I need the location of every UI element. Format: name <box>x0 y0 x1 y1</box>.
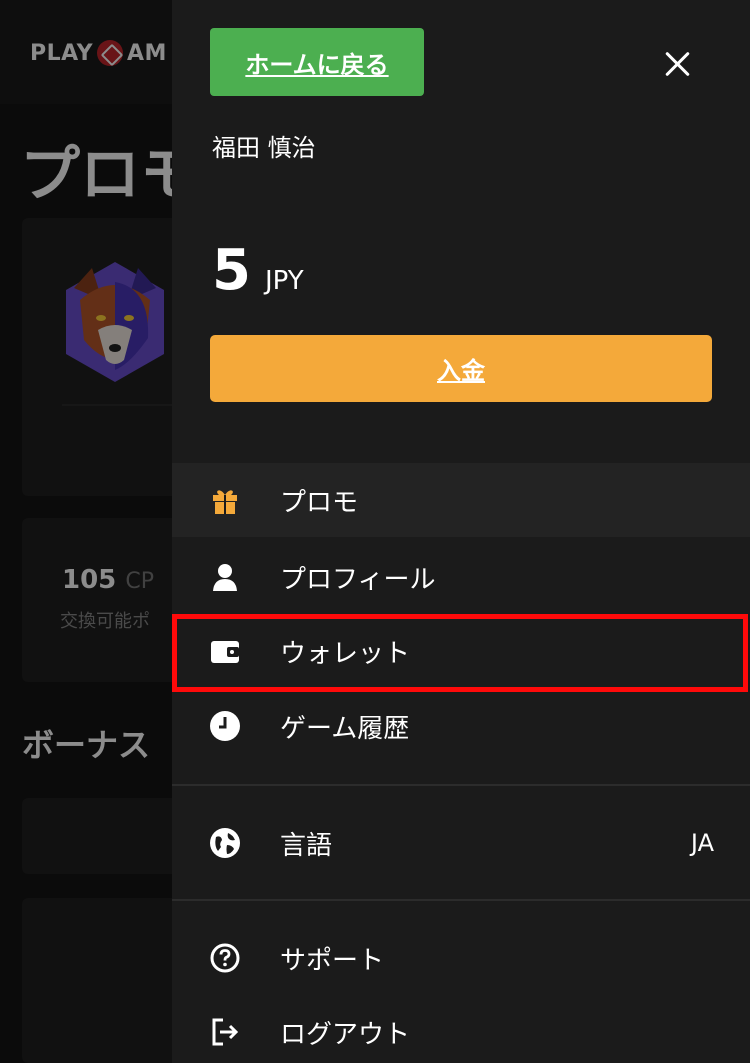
menu-label-game-history: ゲーム履歴 <box>280 713 410 744</box>
highlight-box <box>172 614 748 692</box>
side-drawer: ホームに戻る 福田 慎治 5 JPY 入金 プロモ プロフィール ウォレット ゲ… <box>172 0 750 1063</box>
menu-label-logout: ログアウト <box>280 1019 411 1050</box>
menu-item-logout[interactable]: ログアウト <box>172 995 750 1063</box>
user-name: 福田 慎治 <box>212 134 316 162</box>
menu-label-promo: プロモ <box>280 487 359 518</box>
menu-item-language[interactable]: 言語 JA <box>172 806 750 880</box>
balance-amount: 5 <box>212 238 251 303</box>
user-icon <box>208 560 242 594</box>
menu-label-profile: プロフィール <box>280 564 436 595</box>
menu-divider <box>172 899 750 901</box>
help-icon <box>208 941 242 975</box>
logout-icon <box>208 1015 242 1049</box>
clock-icon <box>208 709 242 743</box>
menu-label-language: 言語 <box>280 830 333 861</box>
balance-currency: JPY <box>264 266 304 296</box>
gift-icon <box>208 483 242 517</box>
close-icon[interactable] <box>660 46 696 82</box>
menu-item-support[interactable]: サポート <box>172 921 750 995</box>
menu-item-promo[interactable]: プロモ <box>172 463 750 537</box>
menu-item-profile[interactable]: プロフィール <box>172 540 750 614</box>
deposit-button[interactable]: 入金 <box>210 335 712 402</box>
menu-item-game-history[interactable]: ゲーム履歴 <box>172 689 750 763</box>
home-button[interactable]: ホームに戻る <box>210 28 424 96</box>
globe-icon <box>208 826 242 860</box>
balance-display: 5 JPY <box>212 238 304 303</box>
menu-divider <box>172 784 750 786</box>
language-value: JA <box>690 829 714 857</box>
menu-label-support: サポート <box>280 945 385 976</box>
